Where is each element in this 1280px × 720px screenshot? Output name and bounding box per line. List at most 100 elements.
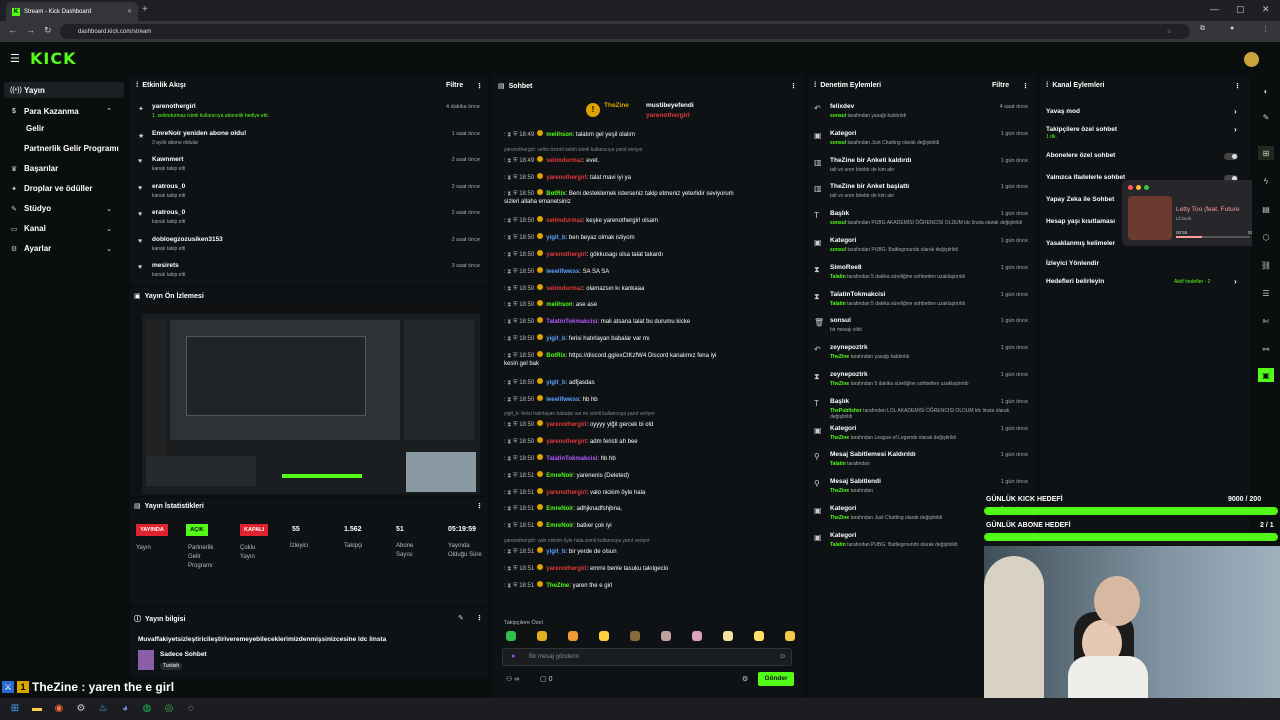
emote-icon[interactable]	[692, 631, 702, 641]
moderation-row[interactable]: ▣ Kategori TheZine tarafından League of Le…	[808, 422, 1036, 449]
chat-message[interactable]: ⫶ ⧗ ⛨ 18:51 yarenothergirl: emrre benle t…	[504, 563, 668, 573]
pin-message-icon[interactable]: ⫶ ⧗ ⛨	[504, 218, 519, 224]
pin-message-icon[interactable]: ⫶ ⧗ ⛨	[504, 439, 519, 445]
pin-message-icon[interactable]: ⫶ ⧗ ⛨	[504, 286, 519, 292]
reload-icon[interactable]: ↻	[44, 25, 52, 36]
chat-message[interactable]: ⫶ ⧗ ⛨ 18:51 EmreNoir: yarenenis (Deleted)	[504, 470, 629, 480]
pin-message-icon[interactable]: ⫶ ⧗ ⛨	[504, 506, 519, 512]
sidebar-item-gelir[interactable]: Gelir	[26, 124, 44, 133]
moderation-row[interactable]: 🗑 sonsul bir mesajı sildi 1 gün önce	[808, 314, 1036, 341]
chat-username[interactable]: yigit_b	[546, 380, 565, 386]
maximize-dot-icon[interactable]	[1144, 185, 1149, 190]
moderation-row[interactable]: T Başlık sonsul tarafından PUBG AKADEMİSİ …	[808, 207, 1036, 234]
moderation-row[interactable]: ▣ Kategori sonsul tarafından PUBG: Battleg…	[808, 234, 1036, 261]
chat-username[interactable]: selimdurmaz	[546, 158, 583, 164]
toggle-switch[interactable]	[1224, 153, 1238, 160]
moderation-row[interactable]: ⧗ SimoRee8 Talatin tarafından 5 dakika sür…	[808, 261, 1036, 288]
chat-username[interactable]: melihson	[546, 132, 572, 138]
settings-app-icon[interactable]: ⚙	[74, 701, 88, 715]
obs-icon[interactable]: ◌	[184, 701, 198, 715]
channel-action-row[interactable]: Abonelere özel sohbet	[1046, 152, 1246, 168]
emote-icon[interactable]	[723, 631, 733, 641]
chat-message[interactable]: ⫶ ⧗ ⛨ 18:50 yigit_b: adfjasdas	[504, 377, 595, 387]
sidebar-item-basarilar[interactable]: ♛ Başarılar	[10, 164, 58, 173]
chat-message[interactable]: ⫶ ⧗ ⛨ 18:49 melihson: talatım gel yeşil o…	[504, 130, 635, 139]
chat-username[interactable]: leeelifwwss	[546, 269, 579, 275]
channel-action-row[interactable]: İzleyici Yönlendir	[1046, 260, 1246, 276]
minimize-icon[interactable]: —	[1210, 4, 1219, 14]
panel-menu-icon[interactable]: ⋮	[476, 502, 483, 510]
focus-icon[interactable]: ⊞	[1258, 146, 1274, 160]
moderation-row[interactable]: ⧗ zeynepoztrk TheZine tarafından 5 dakika …	[808, 368, 1036, 395]
new-tab-icon[interactable]: +	[142, 4, 148, 15]
minimize-dot-icon[interactable]	[1136, 185, 1141, 190]
chat-username[interactable]: yarenothergirl	[546, 439, 586, 445]
sidebar-item-droplar[interactable]: ✦ Droplar ve ödüller	[10, 184, 92, 193]
firefox-icon[interactable]: ◉	[52, 701, 66, 715]
activity-row[interactable]: ♥ dobloegzozusiken3153 kanalı takip etti 2 …	[130, 233, 488, 260]
browser-menu-icon[interactable]: ⋮	[1262, 25, 1269, 33]
maximize-icon[interactable]: ▢	[1236, 4, 1245, 15]
chat-message[interactable]: ⫶ ⧗ ⛨ 18:50 yigit_b: ferisi hatırlayan ba…	[504, 334, 650, 343]
lightning-icon[interactable]: ϟ	[1258, 174, 1274, 188]
pin-message-icon[interactable]: ⫶ ⧗ ⛨	[504, 319, 519, 325]
pin-message-icon[interactable]: ⫶ ⧗ ⛨	[504, 191, 519, 197]
close-dot-icon[interactable]	[1128, 185, 1133, 190]
chat-username[interactable]: selimdurmaz	[546, 218, 583, 224]
file-explorer-icon[interactable]: ▬	[30, 701, 44, 715]
shield-icon[interactable]: ⬡	[1258, 230, 1274, 244]
chat-username[interactable]: yigit_b	[546, 549, 565, 555]
list-icon[interactable]: ☰	[1258, 286, 1274, 300]
pin-message-icon[interactable]: ⫶ ⧗ ⛨	[504, 523, 519, 529]
moderation-row[interactable]: ▥ TheZine bir Anket başlattı talt vs eren …	[808, 180, 1036, 207]
pin-message-icon[interactable]: ⫶ ⧗ ⛨	[504, 456, 519, 462]
chat-input[interactable]: ● Bir mesaj gönderin ☺	[502, 648, 792, 666]
add-widget-icon[interactable]: ▣	[1258, 368, 1274, 382]
chat-username[interactable]: EmreNoir	[546, 523, 573, 529]
chat-username[interactable]: melihson	[546, 302, 572, 308]
close-window-icon[interactable]: ✕	[1262, 4, 1270, 15]
chat-username[interactable]: TalatinTokmakcisi	[546, 319, 597, 325]
pin-message-icon[interactable]: ⫶ ⧗ ⛨	[504, 269, 519, 275]
emote-icon[interactable]	[630, 631, 640, 641]
chat-message[interactable]: ⫶ ⧗ ⛨ 18:50 yigit_b: ben beyaz olmak isti…	[504, 233, 635, 242]
pin-message-icon[interactable]: ⫶ ⧗ ⛨	[504, 473, 519, 479]
chat-message[interactable]: ⫶ ⧗ ⛨ 18:50 TalatinTokmakcisi: hb hb	[504, 454, 616, 463]
pin-message-icon[interactable]: ⫶ ⧗ ⛨	[504, 583, 519, 589]
moderation-row[interactable]: T Başlık ThePublisher tarafından LOL AKADE…	[808, 395, 1036, 422]
sidebar-item-kanal[interactable]: ▭ Kanal ⌄	[10, 224, 122, 233]
chat-message[interactable]: ⫶ ⧗ ⛨ 18:51 yigit_b: bir yerde de olsun	[504, 547, 617, 556]
category-name[interactable]: Sadece Sohbet	[160, 651, 207, 658]
pencil-icon[interactable]: ✎	[1258, 110, 1274, 124]
pin-message-icon[interactable]: ⫶ ⧗ ⛨	[504, 235, 519, 241]
panel-menu-icon[interactable]: ⋮	[1234, 82, 1241, 90]
emote-icon[interactable]	[785, 631, 795, 641]
edit-icon[interactable]: ✎	[458, 614, 464, 622]
chat-username[interactable]: yarenothergirl	[546, 252, 586, 258]
chat-message[interactable]: ⫶ ⧗ ⛨ 18:50 yarenothergirl: adm feristi a…	[504, 437, 638, 446]
share-icon[interactable]: ⚯	[1258, 342, 1274, 356]
preview-video[interactable]	[142, 306, 480, 494]
activity-row[interactable]: ♥ eratrous_0 kanalı takip etti 2 saat önce	[130, 206, 488, 233]
emote-icon[interactable]	[661, 631, 671, 641]
chat-username[interactable]: EmreNoir	[546, 473, 573, 479]
chat-username[interactable]: yarenothergirl	[546, 566, 586, 572]
browser-tab[interactable]: K Stream - Kick Dashboard ✕	[6, 2, 138, 21]
chat-message[interactable]: ⫶ ⧗ ⛨ 18:51 yarenothergirl: valo nickim ö…	[504, 487, 645, 497]
chat-username[interactable]: TheZine	[546, 583, 569, 589]
chat-message[interactable]: ⫶ ⧗ ⛨ 18:50 yarenothergirl: talat mavi iy…	[504, 172, 631, 182]
pin-message-icon[interactable]: ⫶ ⧗ ⛨	[504, 397, 519, 403]
pin-message-icon[interactable]: ⫶ ⧗ ⛨	[504, 132, 519, 138]
chat-message[interactable]: ⫶ ⧗ ⛨ 18:50 BotRix: Beni desteklemek iste…	[504, 189, 734, 198]
chat-username[interactable]: selimdurmaz	[546, 286, 583, 292]
sidebar-item-partnerlik[interactable]: Partnerlik Gelir Programı	[24, 144, 119, 153]
channel-action-row[interactable]: Hedefleri belirleyin Aktif hedefler - 2 ›	[1046, 277, 1246, 294]
send-button[interactable]: Gönder	[758, 672, 794, 686]
theme-icon[interactable]: ◐	[1258, 84, 1274, 98]
moderation-row[interactable]: ▥ TheZine bir Anketi kaldırdı talt vs eren…	[808, 154, 1036, 181]
chat-username[interactable]: yarenothergirl	[546, 422, 586, 428]
chat-message[interactable]: ⫶ ⧗ ⛨ 18:49 selimdurmaz: evet.	[504, 155, 599, 165]
sidebar-item-ayarlar[interactable]: ⚙ Ayarlar ⌄	[10, 244, 122, 253]
pin-message-icon[interactable]: ⫶ ⧗ ⛨	[504, 380, 519, 386]
emote-icon[interactable]	[599, 631, 609, 641]
